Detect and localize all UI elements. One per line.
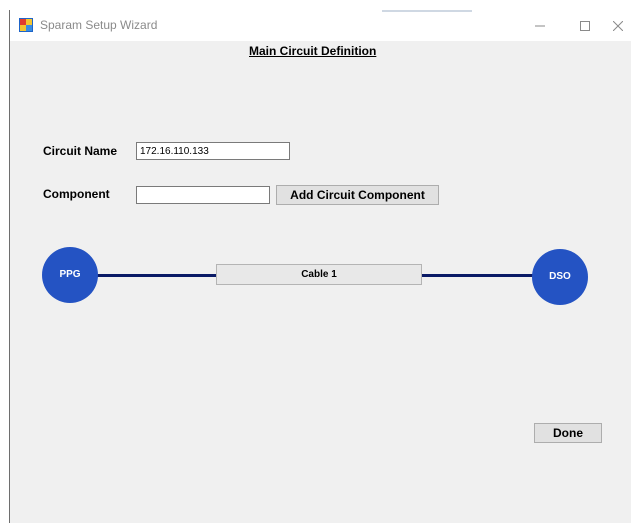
sink-node-dso[interactable]: DSO [532, 249, 588, 305]
circuit-name-label: Circuit Name [43, 144, 118, 158]
title-bar-accent [382, 10, 472, 12]
app-window-icon [19, 18, 33, 32]
minimize-icon [535, 25, 545, 27]
wizard-content: Main Circuit Definition Circuit Name Com… [10, 41, 631, 523]
component-label: Component [43, 187, 110, 201]
maximize-icon [580, 21, 590, 31]
maximize-button[interactable] [562, 10, 608, 41]
circuit-name-input[interactable] [136, 142, 290, 160]
title-bar[interactable]: Sparam Setup Wizard [10, 10, 631, 41]
wire-left [90, 274, 220, 277]
close-icon [612, 20, 624, 32]
minimize-button[interactable] [517, 10, 563, 41]
window-title: Sparam Setup Wizard [40, 18, 158, 32]
done-button[interactable]: Done [534, 423, 602, 443]
wire-right [420, 274, 550, 277]
source-node-ppg[interactable]: PPG [42, 247, 98, 303]
component-input[interactable] [136, 186, 270, 204]
add-circuit-component-button[interactable]: Add Circuit Component [276, 185, 439, 205]
setup-wizard-window: Sparam Setup Wizard Main Circuit Definit… [9, 10, 631, 523]
page-heading: Main Circuit Definition [249, 44, 377, 58]
cable-component[interactable]: Cable 1 [216, 264, 422, 285]
close-button[interactable] [605, 10, 631, 41]
